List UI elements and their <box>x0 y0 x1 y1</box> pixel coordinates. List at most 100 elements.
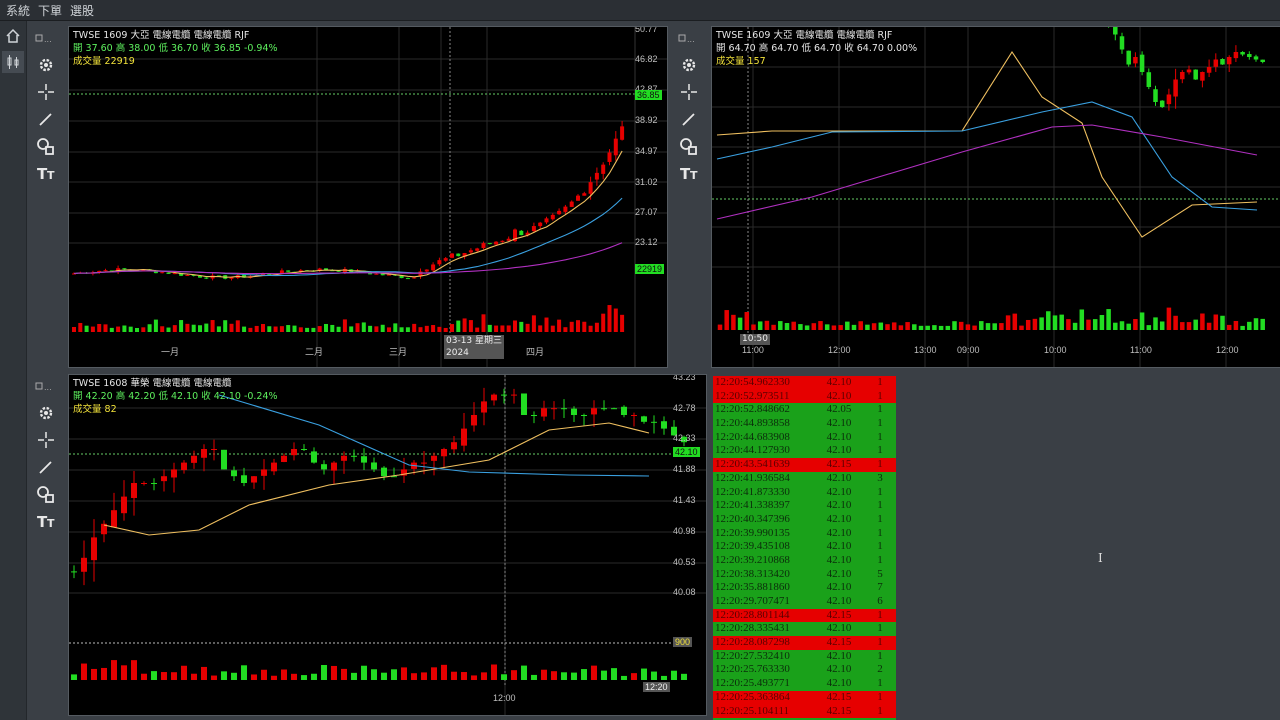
gear-icon[interactable] <box>30 51 62 78</box>
volume-bar <box>804 325 810 330</box>
tape-price: 42.10 <box>826 376 852 388</box>
text-tool-icon[interactable]: TT <box>673 159 705 186</box>
candle <box>381 467 387 477</box>
tape-row[interactable]: 12:20:25.763330 42.10 2 <box>713 663 896 678</box>
crosshair-icon[interactable] <box>30 78 62 105</box>
volume-bar <box>671 670 677 680</box>
candle <box>1173 79 1178 97</box>
trendline-icon[interactable] <box>30 105 62 132</box>
price-label: 34.97 <box>635 146 658 156</box>
volume-bar <box>1173 315 1178 330</box>
tape-row[interactable]: 12:20:35.881860 42.10 7 <box>713 581 896 595</box>
trendline-icon[interactable] <box>30 453 62 480</box>
tape-row[interactable]: 12:20:41.873330 42.10 1 <box>713 485 896 500</box>
volume-bar <box>791 321 796 330</box>
shapes-icon[interactable] <box>30 480 62 507</box>
tape-row[interactable]: 12:20:38.313420 42.10 5 <box>713 567 896 582</box>
candle <box>221 449 227 470</box>
crosshair-icon[interactable] <box>30 426 62 453</box>
chart-1609-intraday[interactable]: TWSE 1609 大亞 電線電纜 電線電纜 RJF 開 64.70 高 64.… <box>711 26 1280 368</box>
candle <box>1119 36 1125 50</box>
shapes-icon[interactable] <box>30 132 62 159</box>
menu-screener[interactable]: 選股 <box>70 2 94 19</box>
price-label: 40.98 <box>673 526 696 536</box>
chart-1609-daily-canvas[interactable] <box>69 27 667 367</box>
tape-qty: 1 <box>877 526 883 539</box>
volume-bar <box>342 319 347 332</box>
volume-bar <box>1005 315 1011 330</box>
volume-bar <box>298 327 303 332</box>
grid-menu-icon[interactable]: ... <box>30 372 62 399</box>
candlestick-icon[interactable] <box>2 51 24 73</box>
tape-row[interactable]: 12:20:43.541639 42.15 1 <box>713 458 896 472</box>
tape-row[interactable]: 12:20:40.347396 42.10 1 <box>713 512 896 527</box>
chart-1608-intraday-canvas[interactable] <box>69 375 706 715</box>
volume-bar <box>231 672 237 680</box>
candle <box>481 243 486 249</box>
gear-icon[interactable] <box>673 51 705 78</box>
chart-1609-intraday-canvas[interactable] <box>712 27 1280 367</box>
tape-row[interactable]: 12:20:27.532410 42.10 1 <box>713 649 896 664</box>
tape-time: 12:20:44.127930 <box>715 444 790 457</box>
tape-row[interactable]: 12:20:52.848662 42.05 1 <box>713 403 896 418</box>
volume-bar <box>185 323 190 332</box>
candle <box>1253 56 1259 60</box>
tape-time: 12:20:40.347396 <box>715 512 790 525</box>
grid-menu-icon[interactable]: ... <box>673 24 705 51</box>
volume-bar <box>764 320 770 330</box>
candle <box>160 272 165 274</box>
tape-time: 12:20:28.801144 <box>715 608 790 621</box>
tape-row[interactable]: 12:20:41.338397 42.10 1 <box>713 499 896 513</box>
tape-row[interactable]: 12:20:25.363864 42.15 1 <box>713 690 896 705</box>
tape-row[interactable]: 12:20:28.087298 42.15 1 <box>713 636 896 650</box>
price-label: 46.82 <box>635 54 658 64</box>
tape-row[interactable]: 12:20:25.104111 42.15 1 <box>713 704 896 719</box>
tape-row[interactable]: 12:20:39.210868 42.10 1 <box>713 553 896 568</box>
gear-icon[interactable] <box>30 399 62 426</box>
candle <box>1126 50 1131 65</box>
trendline-icon[interactable] <box>673 105 705 132</box>
tape-row[interactable]: 12:20:52.973511 42.10 1 <box>713 389 896 404</box>
volume-bar <box>418 327 423 332</box>
chart-1608-intraday[interactable]: TWSE 1608 華榮 電線電纜 電線電纜 開 42.20 高 42.20 低… <box>68 374 707 716</box>
candle <box>544 218 549 223</box>
crosshair-icon[interactable] <box>673 78 705 105</box>
tape-row[interactable]: 12:20:28.801144 42.15 1 <box>713 608 896 623</box>
tape-row[interactable]: 12:20:44.127930 42.10 1 <box>713 444 896 459</box>
tape-time: 12:20:43.541639 <box>715 458 790 471</box>
tape-row[interactable]: 12:20:39.990135 42.10 1 <box>713 526 896 541</box>
shapes-icon[interactable] <box>673 132 705 159</box>
chart-quote: 開 37.60 高 38.00 低 36.70 收 36.85 -0.94% <box>73 43 278 54</box>
volume-bar <box>818 321 823 330</box>
candle <box>371 462 377 470</box>
tape-qty: 1 <box>877 376 883 388</box>
tape-row[interactable]: 12:20:29.707471 42.10 6 <box>713 595 896 609</box>
tape-row[interactable]: 12:20:44.893858 42.10 1 <box>713 417 896 431</box>
tape-row[interactable]: 12:20:44.683908 42.10 1 <box>713 430 896 445</box>
tape-row[interactable]: 12:20:41.936584 42.10 3 <box>713 471 896 486</box>
grid-menu-icon[interactable]: ... <box>30 24 62 51</box>
volume-bar <box>778 321 783 330</box>
x-label: 四月 <box>526 347 545 357</box>
candle <box>611 408 617 410</box>
volume-bar <box>845 321 850 330</box>
volume-bar <box>831 325 837 330</box>
tape-row[interactable]: 12:20:54.962330 42.10 1 <box>713 376 896 390</box>
menu-system[interactable]: 系統 <box>6 2 30 19</box>
home-icon[interactable] <box>2 25 24 47</box>
text-tool-icon[interactable]: TT <box>30 507 62 534</box>
candle <box>71 571 77 573</box>
volume-bar <box>594 322 599 332</box>
candle <box>405 278 410 280</box>
volume-bar <box>172 325 177 332</box>
tape-row[interactable]: 12:20:28.335431 42.10 1 <box>713 622 896 637</box>
chart-1609-daily[interactable]: TWSE 1609 大亞 電線電纜 電線電纜 RJF 開 37.60 高 38.… <box>68 26 668 368</box>
volume-bar <box>945 325 951 330</box>
candle <box>641 416 647 422</box>
tape-row[interactable]: 12:20:25.493771 42.10 1 <box>713 677 896 691</box>
tape-row[interactable]: 12:20:39.435108 42.10 1 <box>713 540 896 554</box>
volume-bar <box>291 673 297 680</box>
text-tool-icon[interactable]: TT <box>30 159 62 186</box>
menu-order[interactable]: 下單 <box>38 2 62 19</box>
tick-tape[interactable]: 12:20:54.962330 42.10 1 12:20:52.973511 42.1… <box>713 376 896 720</box>
